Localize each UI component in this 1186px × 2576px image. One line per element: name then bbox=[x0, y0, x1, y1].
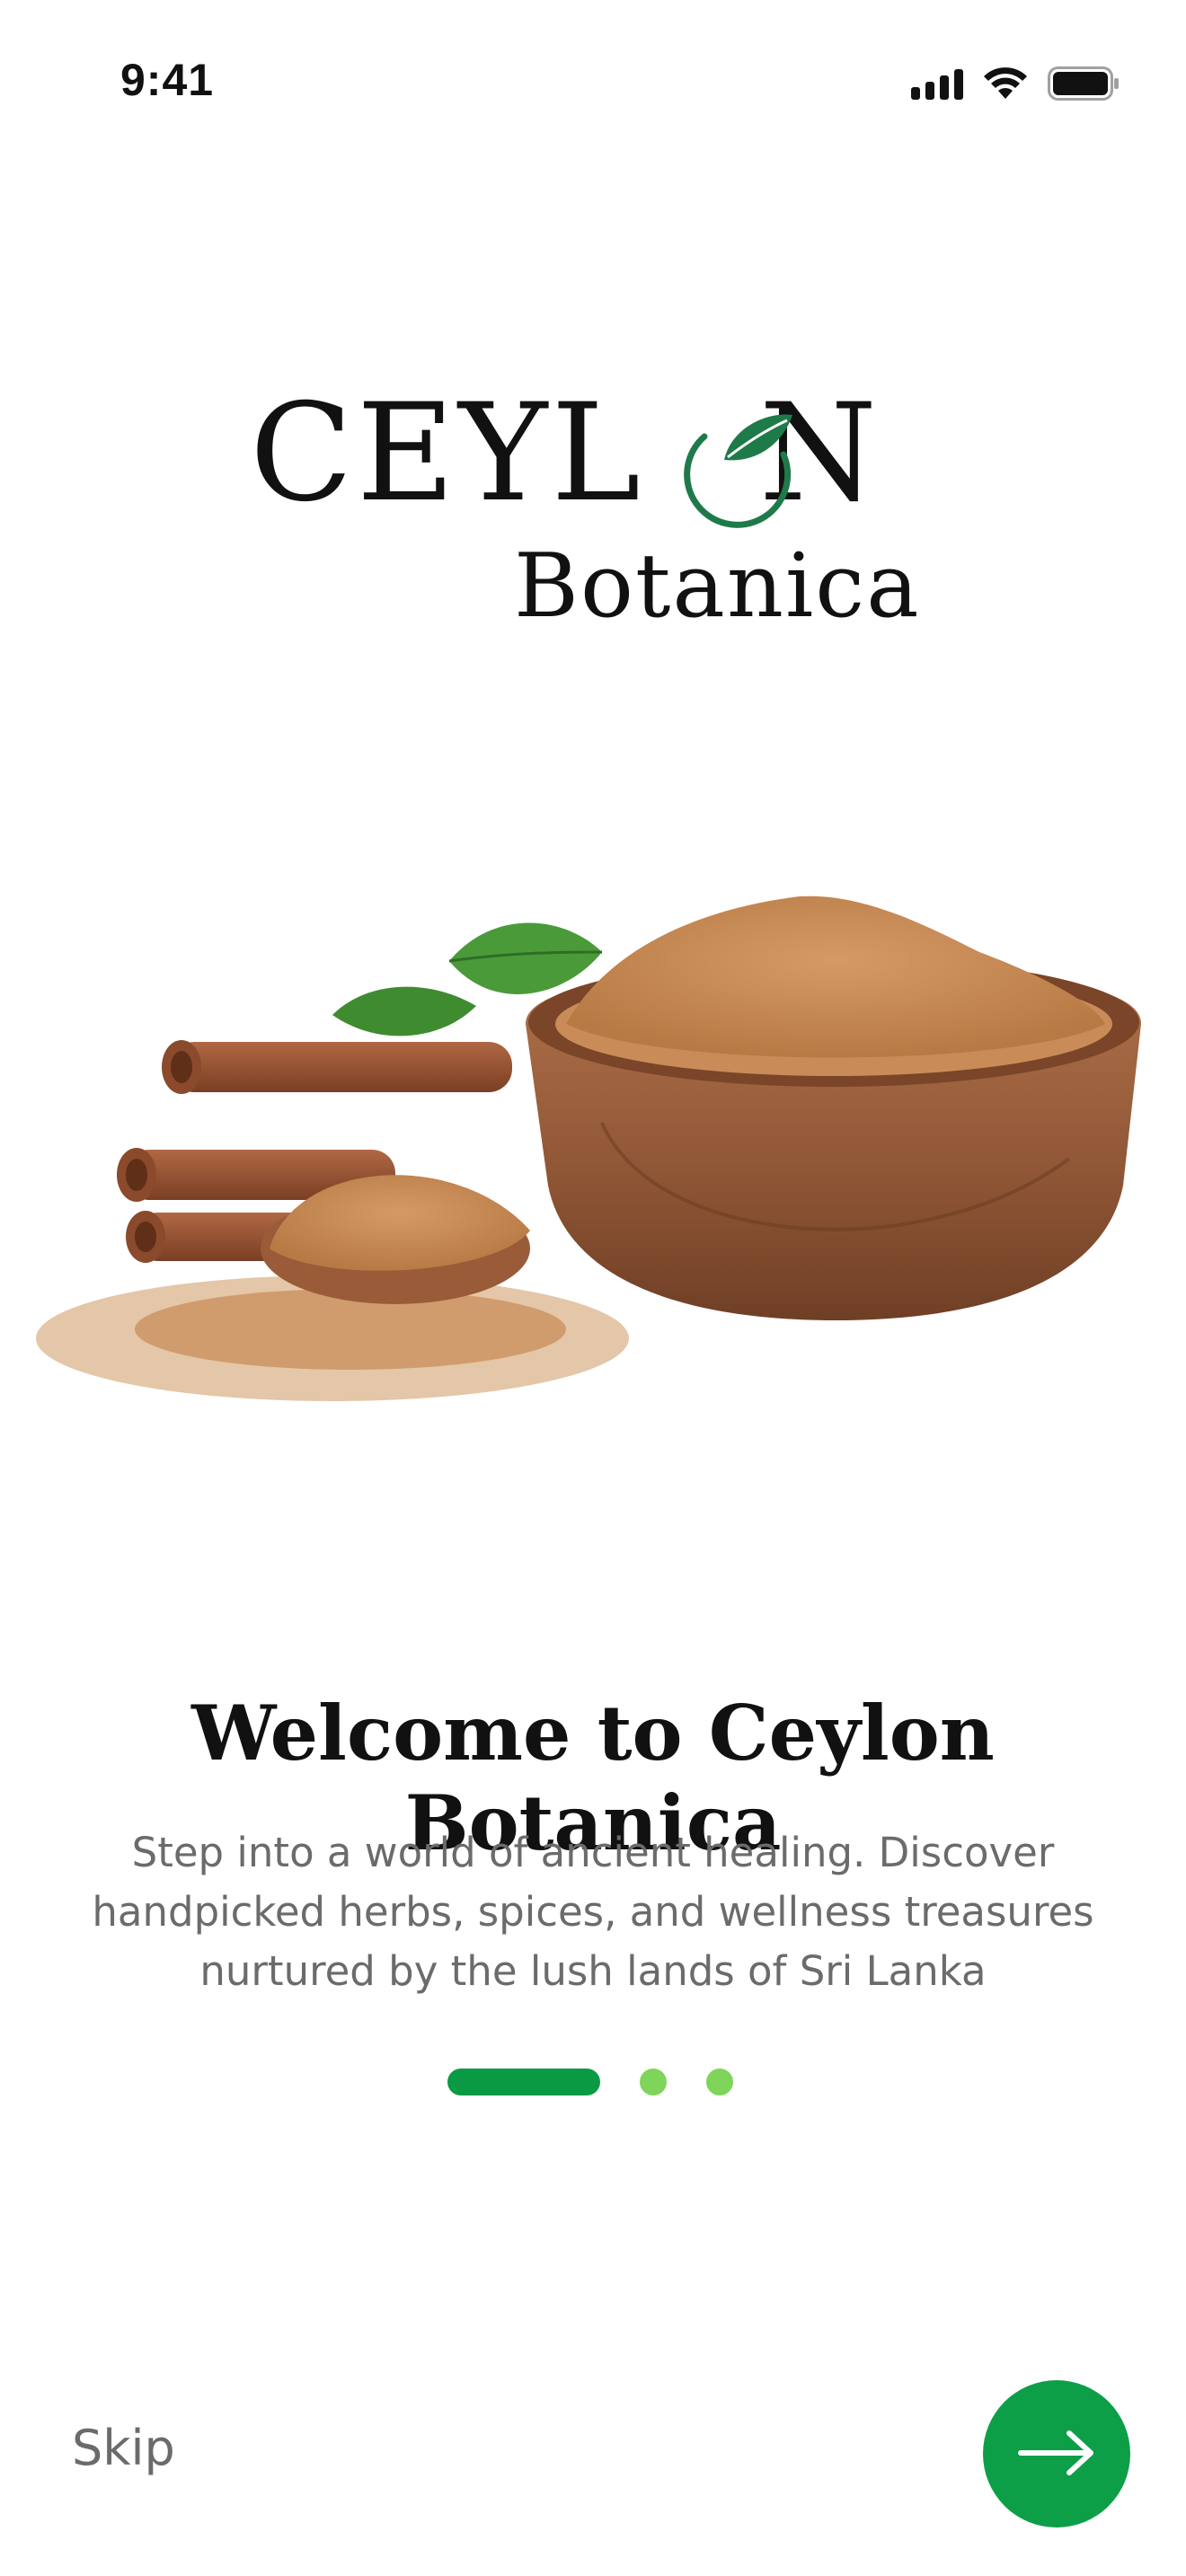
onboarding-description: Step into a world of ancient healing. Di… bbox=[92, 1829, 1094, 1995]
brand-logo: CEYL N Botanica bbox=[243, 386, 943, 647]
status-icons bbox=[911, 66, 1120, 101]
page-indicator-dot[interactable] bbox=[706, 2069, 733, 2095]
page-indicator-active bbox=[447, 2069, 600, 2095]
arrow-right-icon bbox=[1017, 2430, 1096, 2479]
page-indicator-dot[interactable] bbox=[640, 2069, 667, 2095]
page-indicator bbox=[447, 2068, 733, 2096]
logo-word-part1: CEYL bbox=[250, 375, 644, 532]
hero-illustration bbox=[27, 889, 1159, 1446]
wifi-icon bbox=[983, 66, 1028, 101]
battery-icon bbox=[1048, 66, 1120, 101]
next-button[interactable] bbox=[983, 2380, 1130, 2527]
skip-button[interactable]: Skip bbox=[72, 2420, 175, 2476]
signal-icon bbox=[911, 67, 963, 100]
status-time: 9:41 bbox=[120, 55, 215, 105]
status-bar: 9:41 bbox=[0, 0, 1186, 171]
logo-subtitle: Botanica bbox=[514, 535, 921, 638]
leaf-o-icon bbox=[677, 401, 800, 540]
